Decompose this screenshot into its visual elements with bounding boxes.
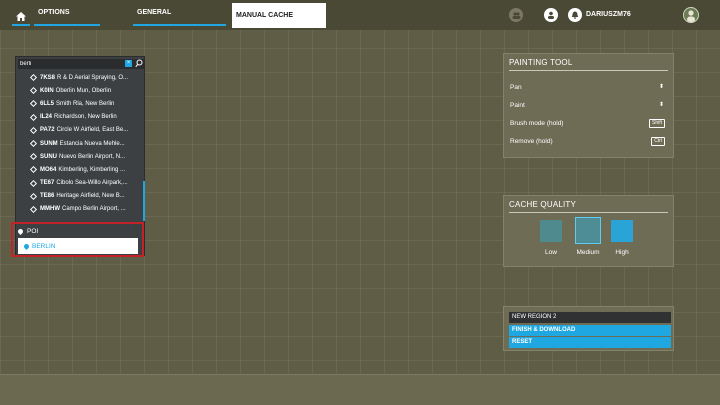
quality-medium-option[interactable] bbox=[575, 217, 601, 244]
list-item[interactable]: K0IN Oberlin Mun, Oberlin bbox=[16, 84, 142, 97]
pin-icon bbox=[16, 227, 25, 236]
airport-icon bbox=[29, 100, 38, 108]
quality-low-label: Low bbox=[545, 249, 557, 256]
tab-options[interactable]: OPTIONS bbox=[34, 6, 100, 26]
shift-key-hint: Shift bbox=[648, 119, 665, 128]
list-item[interactable]: SUNU Nuevo Berlin Airport, N... bbox=[16, 150, 142, 163]
poi-result-berlin[interactable]: BERLIN bbox=[18, 238, 138, 254]
cache-quality-panel: CACHE QUALITY Low Medium High bbox=[503, 195, 674, 267]
airport-icon bbox=[29, 166, 38, 174]
search-results-list: 7KS8 R & D Aerial Spraying, O... K0IN Ober… bbox=[16, 71, 142, 216]
mouse-left-icon: ⬍ bbox=[658, 84, 664, 90]
tool-brush-mode-label: Brush mode (hold) bbox=[510, 120, 564, 127]
airport-icon bbox=[29, 153, 38, 161]
quality-high-label: High bbox=[615, 249, 629, 256]
reset-button[interactable]: RESET bbox=[509, 337, 671, 348]
airport-icon bbox=[29, 139, 38, 147]
airport-icon bbox=[29, 179, 38, 187]
list-item[interactable]: SUNM Estancia Nueva Mehle... bbox=[16, 137, 142, 150]
list-item[interactable]: 7KS8 R & D Aerial Spraying, O... bbox=[16, 71, 142, 84]
tool-paint-label: Paint bbox=[510, 102, 525, 109]
profile-icon[interactable] bbox=[544, 8, 558, 22]
search-box: × bbox=[18, 59, 144, 69]
tool-pan-label: Pan bbox=[510, 84, 522, 91]
airport-icon bbox=[29, 126, 38, 134]
list-item[interactable]: MO64 Kimberling, Kimberling ... bbox=[16, 163, 142, 176]
search-icon[interactable] bbox=[135, 59, 144, 69]
airport-icon bbox=[29, 205, 38, 213]
ctrl-key-hint: Ctrl bbox=[651, 137, 665, 146]
list-item[interactable]: MMHW Campo Berlin Airport, ... bbox=[16, 203, 142, 216]
finish-download-button[interactable]: FINISH & DOWNLOAD bbox=[509, 325, 671, 336]
list-item[interactable]: TE86 Heritage Airfield, New B... bbox=[16, 190, 142, 203]
tab-manual-cache[interactable]: MANUAL CACHE bbox=[232, 3, 326, 28]
mouse-right-icon: ⬍ bbox=[658, 102, 664, 108]
list-item[interactable]: TE67 Cibolo Sea-Willo Airpark,... bbox=[16, 177, 142, 190]
clear-search-button[interactable]: × bbox=[125, 60, 132, 67]
notifications-icon[interactable] bbox=[568, 8, 582, 22]
tab-general[interactable]: GENERAL bbox=[133, 6, 226, 26]
poi-section-header: POI bbox=[16, 227, 38, 236]
search-input[interactable] bbox=[20, 59, 120, 69]
avatar[interactable] bbox=[683, 7, 699, 23]
home-icon bbox=[16, 11, 26, 21]
bottom-bar bbox=[0, 374, 720, 405]
airport-icon bbox=[29, 113, 38, 121]
airport-icon bbox=[29, 192, 38, 200]
home-button[interactable] bbox=[10, 6, 32, 26]
friends-icon[interactable] bbox=[509, 8, 523, 22]
panel-title: PAINTING TOOL bbox=[509, 58, 573, 67]
top-nav-bar: OPTIONS GENERAL MANUAL CACHE DARIUSZM76 bbox=[0, 0, 720, 30]
tool-remove-label: Remove (hold) bbox=[510, 138, 553, 145]
panel-title: CACHE QUALITY bbox=[509, 200, 577, 209]
airport-icon bbox=[29, 73, 38, 82]
painting-tool-panel: PAINTING TOOL Pan ⬍ Paint ⬍ Brush mode (… bbox=[503, 53, 674, 158]
pin-icon bbox=[22, 242, 31, 251]
divider bbox=[509, 212, 668, 213]
divider bbox=[509, 70, 668, 71]
list-item[interactable]: IL24 Richardson, New Berlin bbox=[16, 111, 142, 124]
list-item[interactable]: 6LL5 Smith Rla, New Berlin bbox=[16, 97, 142, 110]
quality-low-option[interactable] bbox=[540, 220, 562, 242]
quality-high-option[interactable] bbox=[611, 220, 633, 242]
username: DARIUSZM76 bbox=[586, 11, 631, 18]
results-scrollbar[interactable] bbox=[143, 181, 145, 221]
region-name-field[interactable]: NEW REGION 2 bbox=[509, 312, 671, 323]
region-panel: NEW REGION 2 FINISH & DOWNLOAD RESET bbox=[503, 306, 674, 351]
list-item[interactable]: PA72 Circle W Airfield, East Be... bbox=[16, 124, 142, 137]
airport-icon bbox=[29, 87, 38, 95]
